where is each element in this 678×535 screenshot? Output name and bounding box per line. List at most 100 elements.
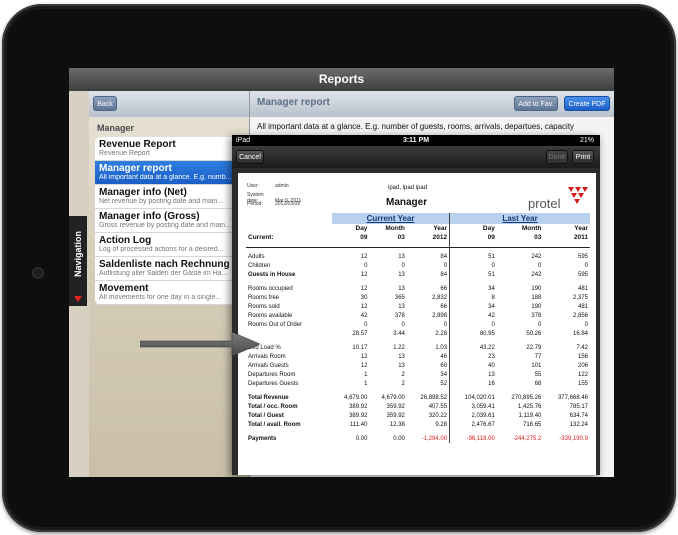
table-cell: 407.55: [428, 403, 448, 410]
table-cell: 13: [398, 285, 405, 292]
table-cell: 1: [364, 380, 368, 387]
table-cell: 481: [577, 303, 588, 310]
table-cell: 270,895.26: [511, 394, 542, 401]
list-item-title: Revenue Report: [99, 139, 176, 150]
table-cell: 0: [401, 262, 405, 269]
table-cell: 1: [364, 371, 368, 378]
col-header: Year: [433, 225, 448, 232]
table-cell: 12: [360, 353, 368, 360]
row-label: Total Revenue: [248, 394, 289, 401]
table-row: Total / avail. Room 111.40 12.38 9.28 2,476.…: [246, 420, 590, 429]
right-arrow-icon: [140, 332, 260, 356]
table-row: 28.57 3.44 2.28 80.95 50.26 16.84: [246, 329, 590, 338]
table-cell: 84: [440, 271, 448, 278]
table-row: Total Revenue 4,679.00 4,679.00 26,898.52 10…: [246, 393, 590, 402]
back-button[interactable]: Back: [93, 96, 117, 111]
detail-title: Manager report: [257, 97, 330, 108]
report-title: Manager: [386, 197, 428, 208]
detail-description: All important data at a glance. E.g. num…: [257, 122, 575, 131]
add-to-favorites-button[interactable]: Add to Fav.: [514, 96, 558, 111]
row-label: Total / avail. Room: [248, 421, 301, 428]
report-table: Current Year Last Year Day Month Year Da…: [246, 213, 590, 443]
table-cell: 52: [440, 380, 448, 387]
table-cell: 190: [531, 303, 542, 310]
battery-level: 21%: [579, 137, 594, 144]
list-item-movement[interactable]: Movement All movements for one day in a …: [95, 281, 249, 305]
row-label: Rooms free: [248, 294, 280, 301]
table-cell: 634.74: [569, 412, 588, 419]
cancel-button[interactable]: Cancel: [236, 150, 264, 164]
table-row: Departures Guests 1 2 52 16 68 155: [246, 379, 590, 388]
table-cell: 0: [449, 320, 497, 329]
report-page: User: admin System date: Mar 9, 2011 Perio…: [238, 173, 596, 475]
table-cell: 80.95: [449, 329, 497, 338]
list-item-manager-info-gross[interactable]: Manager info (Gross) Gross revenue by po…: [95, 209, 249, 233]
done-button[interactable]: Done: [546, 150, 568, 164]
table-cell: 43.22: [449, 343, 497, 352]
list-item-subtitle: All important data at a glance. E.g. num…: [99, 174, 232, 181]
table-cell: 12: [360, 303, 368, 310]
tablet-frame: Reports Back Manager Revenue Report Reve…: [2, 4, 676, 532]
table-cell: 42: [360, 312, 368, 319]
col-header: Day: [355, 225, 368, 232]
table-cell: 2: [401, 371, 405, 378]
navigation-tab[interactable]: Navigation: [69, 216, 87, 306]
home-camera: [32, 267, 44, 279]
create-pdf-button[interactable]: Create PDF: [564, 96, 610, 111]
table-cell: 28.57: [352, 330, 368, 337]
table-cell: 785.17: [569, 403, 588, 410]
print-button[interactable]: Print: [572, 150, 594, 164]
row-label: Rooms occupied: [248, 285, 293, 292]
current-value: 09: [360, 234, 368, 241]
col-header: Month: [521, 225, 542, 232]
table-cell: -1,294.00: [421, 435, 448, 442]
table-cell: 2,832: [432, 294, 448, 301]
table-cell: 365: [394, 294, 405, 301]
row-label: Payments: [248, 435, 277, 442]
table-cell: 132.24: [569, 421, 588, 428]
table-cell: 66: [440, 285, 448, 292]
table-cell: 77: [534, 353, 542, 360]
list-item-subtitle: Revenue Report: [99, 150, 150, 157]
list-item-saldenliste[interactable]: Saldenliste nach Rechnung Auflistung all…: [95, 257, 249, 281]
current-value: 2011: [573, 234, 588, 241]
table-cell: 2: [401, 380, 405, 387]
table-row: Payments 0.00 0.00 -1,294.00 -96,118.00 -244,…: [246, 434, 590, 443]
table-cell: 1.03: [435, 344, 448, 351]
table-cell: 0: [443, 262, 448, 269]
table-cell: 13: [398, 362, 405, 369]
meta-value: 2012/03/09: [275, 201, 301, 207]
table-cell: 46: [440, 353, 448, 360]
table-cell: 111.40: [349, 421, 368, 428]
list-item-manager-report[interactable]: Manager report All important data at a g…: [95, 161, 249, 185]
row-label: Rooms Out of Order: [248, 321, 303, 328]
row-label: Guests in House: [248, 271, 296, 278]
table-row: Guests in House 12 13 84 51 242 595: [246, 270, 590, 279]
table-cell: 22.79: [526, 344, 542, 351]
table-row: Rooms free 30 365 2,832 8 188 2,375: [246, 293, 590, 302]
list-item-manager-info-net[interactable]: Manager info (Net) Net revenue by postin…: [95, 185, 249, 209]
row-label: Adults: [248, 253, 265, 260]
current-value: 03: [397, 234, 405, 241]
table-cell: 13: [398, 353, 405, 360]
table-cell: 0: [401, 321, 405, 328]
meta-key: Period:: [247, 201, 263, 207]
table-cell: 42: [449, 311, 497, 320]
clock: 3:11 PM: [402, 137, 430, 144]
table-cell: 2,856: [572, 312, 588, 319]
table-cell: 2,039.61: [449, 411, 497, 420]
row-label: Total / Guest: [248, 412, 284, 419]
list-item-title: Saldenliste nach Rechnung: [99, 259, 230, 270]
table-cell: 155: [577, 380, 588, 387]
table-cell: 2,898: [432, 312, 448, 319]
screen: Reports Back Manager Revenue Report Reve…: [69, 68, 614, 477]
list-item-revenue-report[interactable]: Revenue Report Revenue Report: [95, 137, 249, 161]
table-row: Total / occ. Room 389.92 359.92 407.55 3,059…: [246, 402, 590, 411]
table-cell: 0: [584, 321, 588, 328]
table-cell: 50.26: [526, 330, 542, 337]
list-item-action-log[interactable]: Action Log Log of processed actions for …: [95, 233, 249, 257]
left-heading: Manager: [97, 123, 135, 133]
meta-key: User:: [247, 183, 259, 189]
table-cell: 16: [449, 379, 497, 388]
list-item-subtitle: Auflistung aller Salden der Gäste im Ha.…: [99, 270, 228, 277]
